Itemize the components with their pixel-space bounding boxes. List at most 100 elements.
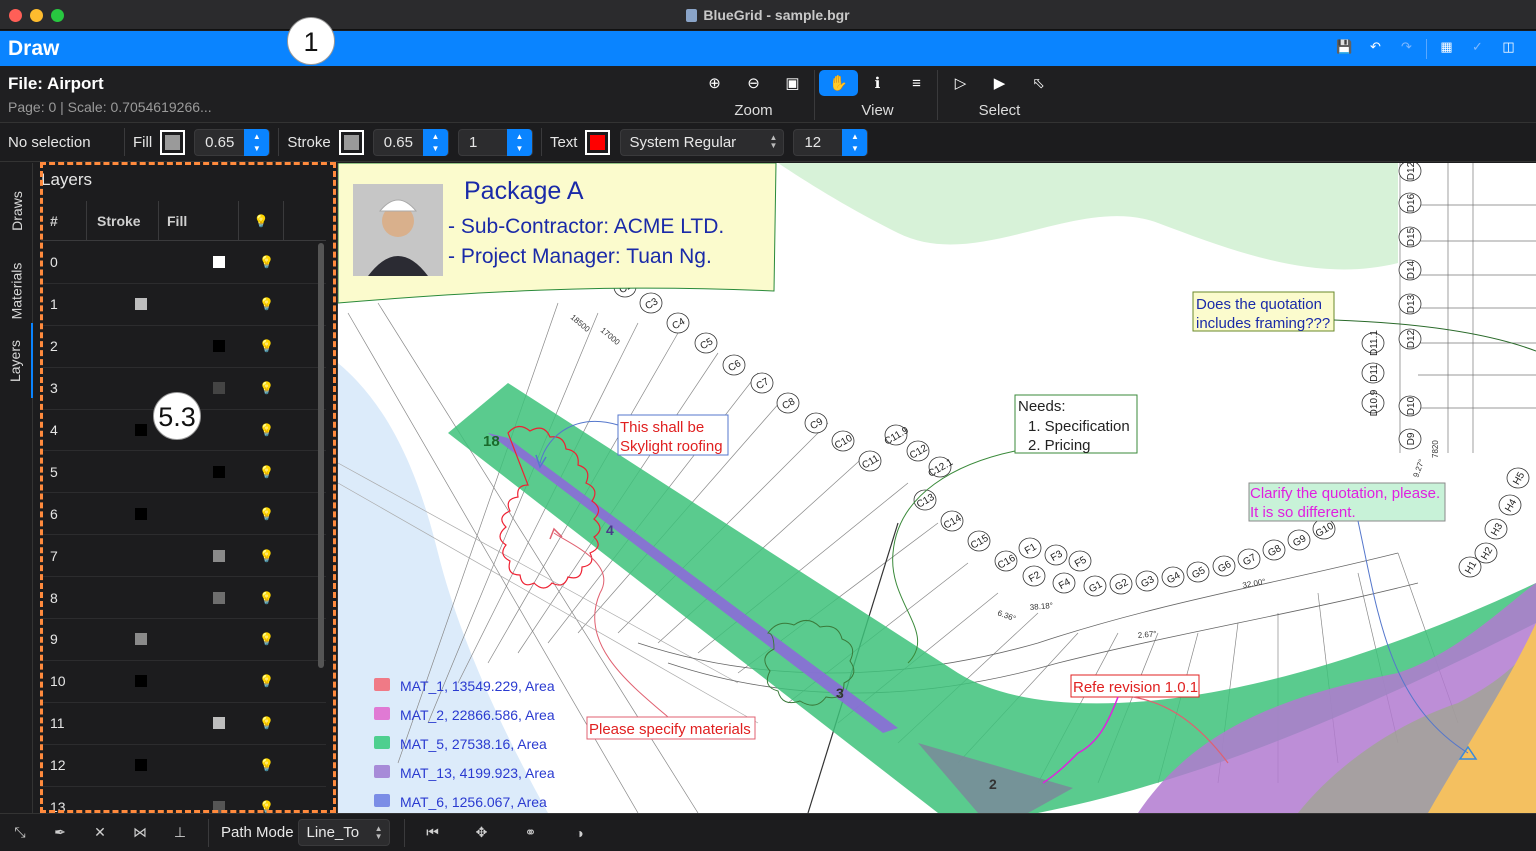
select-box-icon[interactable]: ⬁ bbox=[1019, 70, 1058, 96]
stroke-color-swatch[interactable] bbox=[338, 129, 364, 155]
drawing-canvas[interactable]: 18 4 3 2 C2C3C4C5C6C7C8C9C10C11C11.9C12C… bbox=[338, 163, 1536, 813]
tab-materials[interactable]: Materials bbox=[0, 248, 33, 333]
layer-row[interactable]: 6 💡 bbox=[41, 493, 326, 536]
layer-fill-cell[interactable] bbox=[159, 745, 239, 786]
visibility-header-icon[interactable]: 💡 bbox=[239, 201, 284, 240]
layer-row[interactable]: 8 💡 bbox=[41, 577, 326, 620]
layer-fill-cell[interactable] bbox=[159, 787, 239, 813]
select-filled-icon[interactable]: ▶ bbox=[980, 70, 1019, 96]
stepper-arrows-icon[interactable]: ▲ ▼ bbox=[842, 128, 868, 156]
layer-stroke-cell[interactable] bbox=[87, 493, 159, 534]
visibility-toggle[interactable]: 💡 bbox=[239, 242, 284, 283]
layer-stroke-cell[interactable] bbox=[87, 745, 159, 786]
layer-fill-cell[interactable] bbox=[159, 577, 239, 618]
visibility-toggle[interactable]: 💡 bbox=[239, 284, 284, 325]
visibility-toggle[interactable]: 💡 bbox=[239, 661, 284, 702]
visibility-toggle[interactable]: 💡 bbox=[239, 577, 284, 618]
layer-number: 7 bbox=[50, 547, 58, 564]
layer-stroke-cell[interactable] bbox=[87, 577, 159, 618]
fill-opacity-stepper[interactable]: 0.65 ▲ ▼ bbox=[194, 128, 271, 156]
layer-stroke-cell[interactable] bbox=[87, 787, 159, 813]
font-select[interactable]: System Regular ▲ ▼ bbox=[620, 128, 785, 156]
layer-fill-cell[interactable] bbox=[159, 451, 239, 492]
zoom-in-icon[interactable]: ⊕ bbox=[695, 70, 734, 96]
visibility-toggle[interactable]: 💡 bbox=[239, 493, 284, 534]
share-icon[interactable]: ◫ bbox=[1493, 39, 1524, 59]
visibility-toggle[interactable]: 💡 bbox=[239, 368, 284, 409]
layer-stroke-cell[interactable] bbox=[87, 661, 159, 702]
zoom-fit-icon[interactable]: ▣ bbox=[773, 70, 812, 96]
stepper-arrows-icon[interactable]: ▲ ▼ bbox=[506, 128, 532, 156]
zoom-out-icon[interactable]: ⊖ bbox=[734, 70, 773, 96]
layer-row[interactable]: 11 💡 bbox=[41, 703, 326, 745]
pen-tool-icon[interactable]: ✒ bbox=[40, 824, 80, 841]
column-header-fill[interactable]: Fill bbox=[159, 201, 239, 240]
visibility-toggle[interactable]: 💡 bbox=[239, 410, 284, 451]
line-tool-icon[interactable]: ⤡ bbox=[0, 824, 40, 841]
layer-stroke-cell[interactable] bbox=[87, 326, 159, 367]
text-color-swatch[interactable] bbox=[585, 129, 611, 155]
column-header-number[interactable]: # bbox=[41, 201, 87, 240]
move-icon[interactable]: ✥ bbox=[462, 824, 502, 841]
redo-icon[interactable]: ↷ bbox=[1391, 39, 1422, 59]
layer-fill-cell[interactable] bbox=[159, 326, 239, 367]
contrast-icon[interactable]: ◑ bbox=[560, 825, 600, 841]
stepper-arrows-icon[interactable]: ▲ ▼ bbox=[244, 128, 270, 156]
layer-row[interactable]: 10 💡 bbox=[41, 661, 326, 703]
drawing-svg[interactable]: 18 4 3 2 C2C3C4C5C6C7C8C9C10C11C11.9C12C… bbox=[338, 163, 1536, 813]
tab-layers[interactable]: Layers bbox=[0, 323, 33, 398]
layer-stroke-cell[interactable] bbox=[87, 619, 159, 660]
layer-row[interactable]: 12 💡 bbox=[41, 745, 326, 787]
layer-row[interactable]: 1 💡 bbox=[41, 284, 326, 326]
info-icon[interactable]: ℹ bbox=[858, 70, 897, 96]
visibility-toggle[interactable]: 💡 bbox=[239, 703, 284, 744]
font-size-stepper[interactable]: 12 ▲ ▼ bbox=[793, 128, 869, 156]
stroke-opacity-stepper[interactable]: 0.65 ▲ ▼ bbox=[372, 128, 449, 156]
layer-stroke-cell[interactable] bbox=[87, 242, 159, 283]
visibility-toggle[interactable]: 💡 bbox=[239, 619, 284, 660]
layer-stroke-cell[interactable] bbox=[87, 703, 159, 744]
tab-draws[interactable]: Draws bbox=[0, 173, 33, 248]
column-header-stroke[interactable]: Stroke bbox=[87, 201, 159, 240]
layer-fill-cell[interactable] bbox=[159, 703, 239, 744]
path-mode-select[interactable]: Line_To ▲ ▼ bbox=[297, 819, 390, 846]
save-icon[interactable]: 💾 bbox=[1329, 39, 1360, 59]
visibility-toggle[interactable]: 💡 bbox=[239, 451, 284, 492]
stroke-width-stepper[interactable]: 1 ▲ ▼ bbox=[457, 128, 533, 156]
check-icon[interactable]: ✓ bbox=[1462, 39, 1493, 59]
grid-icon[interactable]: ▦ bbox=[1431, 39, 1462, 59]
visibility-toggle[interactable]: 💡 bbox=[239, 745, 284, 786]
stepper-arrows-icon[interactable]: ▲ ▼ bbox=[422, 128, 448, 156]
layer-row[interactable]: 2 💡 bbox=[41, 326, 326, 368]
layer-stroke-cell[interactable] bbox=[87, 535, 159, 576]
cut-tool-icon[interactable]: ✕ bbox=[80, 824, 120, 841]
layer-stroke-cell[interactable] bbox=[87, 410, 159, 451]
visibility-toggle[interactable]: 💡 bbox=[239, 787, 284, 813]
layer-stroke-cell[interactable] bbox=[87, 368, 159, 409]
layer-row[interactable]: 7 💡 bbox=[41, 535, 326, 578]
layer-fill-cell[interactable] bbox=[159, 661, 239, 702]
anchor-tool-icon[interactable]: ⊥ bbox=[160, 824, 200, 841]
undo-icon[interactable]: ↶ bbox=[1360, 39, 1391, 59]
layer-fill-cell[interactable] bbox=[159, 284, 239, 325]
layer-row[interactable]: 9 💡 bbox=[41, 619, 326, 661]
layer-stroke-cell[interactable] bbox=[87, 284, 159, 325]
fill-color-swatch[interactable] bbox=[160, 129, 186, 155]
align-tool-icon[interactable]: ⋈ bbox=[120, 824, 160, 841]
layer-row[interactable]: 0 💡 bbox=[41, 242, 326, 284]
layer-fill-cell[interactable] bbox=[159, 242, 239, 283]
layer-fill-cell[interactable] bbox=[159, 619, 239, 660]
connect-icon[interactable]: ⚭ bbox=[511, 824, 551, 841]
select-outline-icon[interactable]: ▷ bbox=[941, 70, 980, 96]
layers-icon[interactable]: ≡ bbox=[897, 70, 936, 96]
layer-stroke-cell[interactable] bbox=[87, 451, 159, 492]
panel-scrollbar[interactable] bbox=[318, 243, 324, 668]
layer-row[interactable]: 13 💡 bbox=[41, 787, 326, 813]
layer-fill-cell[interactable] bbox=[159, 493, 239, 534]
visibility-toggle[interactable]: 💡 bbox=[239, 326, 284, 367]
layer-row[interactable]: 5 💡 bbox=[41, 451, 326, 494]
layer-fill-cell[interactable] bbox=[159, 535, 239, 576]
visibility-toggle[interactable]: 💡 bbox=[239, 535, 284, 576]
first-point-icon[interactable]: ⏮ bbox=[413, 824, 453, 841]
pan-hand-icon[interactable]: ✋ bbox=[819, 70, 858, 96]
